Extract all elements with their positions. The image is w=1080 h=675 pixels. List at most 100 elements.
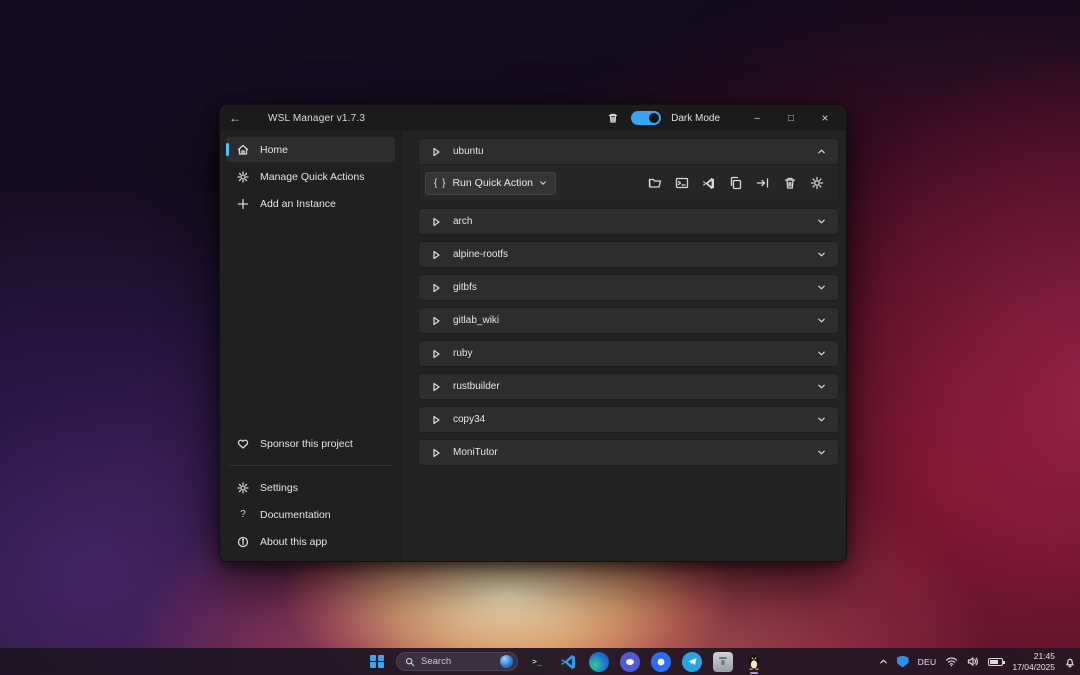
taskbar-app-vscode[interactable] [556, 650, 580, 674]
taskbar-app-telegram[interactable] [680, 650, 704, 674]
sidebar-item-label: Add an Instance [260, 198, 336, 210]
instance-name: MoniTutor [453, 447, 498, 458]
close-button[interactable]: × [808, 105, 842, 131]
sidebar-item-manage-quick-actions[interactable]: Manage Quick Actions [226, 164, 395, 189]
taskbar-app-messenger[interactable] [649, 650, 673, 674]
search-icon [405, 657, 415, 667]
taskbar-app-edge[interactable] [587, 650, 611, 674]
instance-row[interactable]: rustbuilder [419, 374, 838, 399]
play-icon[interactable] [419, 448, 453, 458]
duplicate-icon[interactable] [728, 176, 743, 191]
language-indicator[interactable]: DEU [918, 657, 937, 667]
play-icon[interactable] [419, 147, 453, 157]
chevron-down-icon[interactable] [817, 217, 838, 226]
minimize-button[interactable]: – [740, 105, 774, 131]
play-icon[interactable] [419, 349, 453, 359]
tray-chevron-up-icon[interactable] [879, 657, 888, 666]
search-placeholder: Search [421, 656, 451, 667]
messenger-icon [651, 652, 671, 672]
heart-icon [236, 438, 250, 450]
instance-name: gitlab_wiki [453, 315, 499, 326]
edge-icon [589, 652, 609, 672]
sidebar-item-about[interactable]: About this app [226, 529, 395, 554]
instance-settings-icon[interactable] [809, 176, 824, 191]
clock[interactable]: 21:45 17/04/2025 [1012, 651, 1055, 672]
braces-icon: { } [434, 178, 446, 189]
chevron-down-icon[interactable] [817, 250, 838, 259]
export-icon[interactable] [755, 176, 770, 191]
instance-name: alpine-rootfs [453, 249, 508, 260]
play-icon[interactable] [419, 415, 453, 425]
wifi-icon[interactable] [945, 656, 958, 667]
taskbar-app-discord[interactable] [618, 650, 642, 674]
instance-row[interactable]: ubuntu [419, 139, 838, 164]
chevron-down-icon[interactable] [817, 382, 838, 391]
back-button[interactable]: ← [220, 111, 250, 125]
play-icon[interactable] [419, 382, 453, 392]
windows-logo-icon [370, 655, 384, 669]
discord-icon [620, 652, 640, 672]
play-icon[interactable] [419, 316, 453, 326]
chevron-down-icon[interactable] [817, 448, 838, 457]
security-shield-icon[interactable] [897, 656, 909, 668]
sidebar-item-label: Settings [260, 482, 298, 494]
delete-icon[interactable] [782, 176, 797, 191]
sidebar-item-settings[interactable]: Settings [226, 475, 395, 500]
sidebar-item-add-instance[interactable]: Add an Instance [226, 191, 395, 216]
instance-row[interactable]: gitbfs [419, 275, 838, 300]
maximize-button[interactable]: □ [774, 105, 808, 131]
sidebar: Home Manage Quick Actions Add an Instanc… [220, 131, 402, 561]
tray-date: 17/04/2025 [1012, 662, 1055, 673]
instance-card-alpine-rootfs: alpine-rootfs [418, 241, 839, 268]
terminal-icon: >_ [527, 652, 547, 672]
notification-bell-icon[interactable] [1064, 656, 1076, 668]
search-input[interactable]: Search [396, 652, 518, 671]
chevron-down-icon[interactable] [817, 415, 838, 424]
play-icon[interactable] [419, 283, 453, 293]
battery-icon[interactable] [988, 658, 1003, 666]
instance-name: ubuntu [453, 146, 484, 157]
instance-card-ruby: ruby [418, 340, 839, 367]
start-button[interactable] [365, 650, 389, 674]
play-icon[interactable] [419, 250, 453, 260]
vscode-icon [559, 653, 577, 671]
play-icon[interactable] [419, 217, 453, 227]
chevron-down-icon[interactable] [817, 349, 838, 358]
taskbar-app-linux-tux[interactable] [742, 650, 766, 674]
run-quick-action-button[interactable]: { } Run Quick Action [425, 172, 556, 195]
linux-tux-icon [746, 653, 762, 671]
chevron-down-icon[interactable] [817, 283, 838, 292]
sidebar-item-label: Home [260, 144, 288, 156]
volume-icon[interactable] [967, 656, 979, 667]
instance-row[interactable]: gitlab_wiki [419, 308, 838, 333]
chevron-up-icon[interactable] [817, 147, 838, 156]
instance-name: ruby [453, 348, 472, 359]
open-folder-icon[interactable] [647, 176, 662, 191]
instance-actions [647, 176, 828, 191]
sidebar-item-label: Sponsor this project [260, 438, 353, 450]
copilot-sphere-icon [500, 655, 513, 668]
instance-row[interactable]: copy34 [419, 407, 838, 432]
toggle-knob [649, 113, 659, 123]
trash-icon[interactable] [605, 110, 621, 126]
open-terminal-icon[interactable] [674, 176, 689, 191]
sidebar-item-home[interactable]: Home [226, 137, 395, 162]
instance-row[interactable]: alpine-rootfs [419, 242, 838, 267]
taskbar-app-windows-terminal[interactable]: >_ [525, 650, 549, 674]
instance-card-gitlab-wiki: gitlab_wiki [418, 307, 839, 334]
dark-mode-toggle[interactable] [631, 111, 661, 125]
chevron-down-icon [539, 179, 547, 187]
instance-row[interactable]: arch [419, 209, 838, 234]
sidebar-item-label: Documentation [260, 509, 331, 521]
instance-card-copy34: copy34 [418, 406, 839, 433]
chevron-down-icon[interactable] [817, 316, 838, 325]
open-vscode-icon[interactable] [701, 176, 716, 191]
instance-row[interactable]: MoniTutor [419, 440, 838, 465]
archive-jar-icon [713, 652, 733, 672]
dark-mode-label: Dark Mode [671, 113, 720, 124]
instance-row[interactable]: ruby [419, 341, 838, 366]
sidebar-item-sponsor[interactable]: Sponsor this project [226, 431, 395, 456]
instance-card-ubuntu: ubuntu { } Run Quick Action [418, 138, 839, 202]
taskbar-app-archive-jar[interactable] [711, 650, 735, 674]
sidebar-item-documentation[interactable]: ? Documentation [226, 502, 395, 527]
